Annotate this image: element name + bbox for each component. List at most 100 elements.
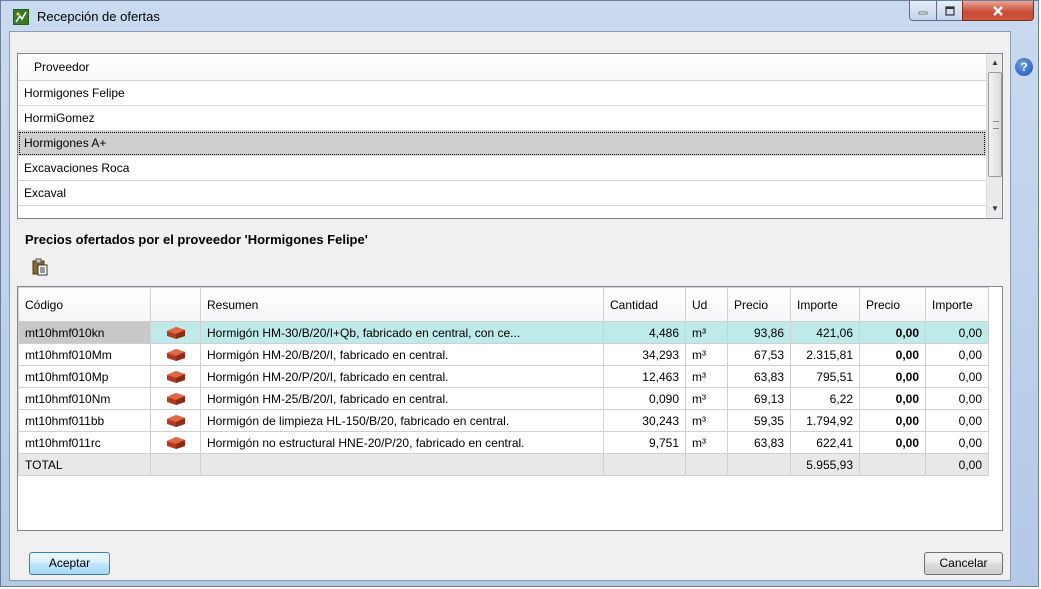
cell-quantity[interactable]: 0,090 [603,387,686,410]
total-row: TOTAL 5.955,93 0,00 [18,453,989,476]
col-header-offer-amount[interactable]: Importe [925,287,989,322]
scroll-down-icon[interactable]: ▼ [987,200,1002,217]
total-offer-amount: 0,00 [925,453,989,476]
accept-button[interactable]: Aceptar [29,552,110,575]
cell-offer-price[interactable]: 0,00 [859,321,926,344]
cell-amount[interactable]: 421,06 [790,321,860,344]
cell-unit[interactable]: m³ [685,343,728,366]
cell-code[interactable]: mt10hmf010kn [18,321,151,344]
offers-grid: Código Resumen Cantidad Ud Precio Import… [18,287,989,476]
offers-table[interactable]: Código Resumen Cantidad Ud Precio Import… [17,286,1003,531]
cell-code[interactable]: mt10hmf010Nm [18,387,151,410]
paste-icon[interactable] [32,258,48,276]
supplier-item[interactable]: Excavaciones Roca [18,156,986,181]
col-header-unit[interactable]: Ud [685,287,728,322]
cell-quantity[interactable]: 12,463 [603,365,686,388]
cell-offer-amount[interactable]: 0,00 [925,343,989,366]
cell-amount[interactable]: 622,41 [790,431,860,454]
table-row[interactable]: mt10hmf011rc Hormigón no estructural HNE-… [18,431,989,454]
cell-price[interactable]: 63,83 [727,365,791,388]
cell-offer-price[interactable]: 0,00 [859,365,926,388]
cell-offer-amount[interactable]: 0,00 [925,321,989,344]
table-row[interactable]: mt10hmf010Mp Hormigón HM-20/P/20/I, fabri… [18,365,989,388]
cell-amount[interactable]: 795,51 [790,365,860,388]
close-button[interactable] [962,1,1034,21]
scroll-up-icon[interactable]: ▲ [987,54,1002,71]
cancel-button[interactable]: Cancelar [924,552,1003,575]
cell-summary[interactable]: Hormigón HM-20/B/20/I, fabricado en cent… [200,343,604,366]
brick-icon [150,409,201,432]
supplier-scrollbar[interactable]: ▲ ▼ [986,54,1002,218]
scrollbar-thumb[interactable] [988,72,1002,177]
window-title: Recepción de ofertas [37,9,160,24]
col-header-icon[interactable] [150,287,201,322]
cell-code[interactable]: mt10hmf010Mm [18,343,151,366]
help-icon[interactable]: ? [1015,58,1033,76]
cell-unit[interactable]: m³ [685,365,728,388]
cell-offer-price[interactable]: 0,00 [859,431,926,454]
table-row[interactable]: mt10hmf010Nm Hormigón HM-25/B/20/I, fabri… [18,387,989,410]
table-row[interactable]: mt10hmf010Mm Hormigón HM-20/B/20/I, fabri… [18,343,989,366]
cell-summary[interactable]: Hormigón HM-20/P/20/I, fabricado en cent… [200,365,604,388]
col-header-price[interactable]: Precio [727,287,791,322]
supplier-item[interactable]: HormiGomez [18,106,986,131]
cell-summary[interactable]: Hormigón HM-25/B/20/I, fabricado en cent… [200,387,604,410]
cell-offer-amount[interactable]: 0,00 [925,365,989,388]
cell-summary[interactable]: Hormigón de limpieza HL-150/B/20, fabric… [200,409,604,432]
minimize-icon [918,11,928,14]
cell-quantity[interactable]: 9,751 [603,431,686,454]
brick-icon [150,365,201,388]
brick-icon [150,321,201,344]
supplier-item-partial[interactable] [18,206,986,218]
supplier-item-selected[interactable]: Hormigones A+ [18,131,986,156]
supplier-list[interactable]: Proveedor Hormigones Felipe HormiGomez H… [17,53,1003,219]
cell-code[interactable]: mt10hmf011rc [18,431,151,454]
cell-unit[interactable]: m³ [685,321,728,344]
col-header-quantity[interactable]: Cantidad [603,287,686,322]
table-row[interactable]: mt10hmf011bb Hormigón de limpieza HL-150/… [18,409,989,432]
cell-offer-price[interactable]: 0,00 [859,343,926,366]
cell-price[interactable]: 93,86 [727,321,791,344]
grip-icon [993,121,999,129]
col-header-code[interactable]: Código [18,287,151,322]
cell-offer-amount[interactable]: 0,00 [925,431,989,454]
app-icon [13,9,29,25]
cell-price[interactable]: 67,53 [727,343,791,366]
cell-amount[interactable]: 2.315,81 [790,343,860,366]
cell-unit[interactable]: m³ [685,387,728,410]
close-icon [993,5,1003,16]
cell-price[interactable]: 63,83 [727,431,791,454]
col-header-amount[interactable]: Importe [790,287,860,322]
total-amount: 5.955,93 [790,453,860,476]
cell-price[interactable]: 59,35 [727,409,791,432]
supplier-item[interactable]: Excaval [18,181,986,206]
total-label: TOTAL [18,453,151,476]
brick-icon [150,431,201,454]
maximize-icon [944,5,955,16]
cell-offer-price[interactable]: 0,00 [859,409,926,432]
cell-amount[interactable]: 1.794,92 [790,409,860,432]
cell-quantity[interactable]: 30,243 [603,409,686,432]
cell-price[interactable]: 69,13 [727,387,791,410]
cell-quantity[interactable]: 4,486 [603,321,686,344]
minimize-button[interactable] [909,1,937,21]
cell-summary[interactable]: Hormigón no estructural HNE-20/P/20, fab… [200,431,604,454]
cell-code[interactable]: mt10hmf010Mp [18,365,151,388]
cell-summary[interactable]: Hormigón HM-30/B/20/I+Qb, fabricado en c… [200,321,604,344]
title-bar[interactable]: Recepción de ofertas [1,1,1038,31]
cell-offer-amount[interactable]: 0,00 [925,387,989,410]
cell-quantity[interactable]: 34,293 [603,343,686,366]
cell-unit[interactable]: m³ [685,431,728,454]
cell-code[interactable]: mt10hmf011bb [18,409,151,432]
maximize-button[interactable] [936,1,963,21]
cell-amount[interactable]: 6,22 [790,387,860,410]
col-header-summary[interactable]: Resumen [200,287,604,322]
dialog-window: Recepción de ofertas ? Proveedor Hormigo… [0,0,1039,587]
supplier-column-header[interactable]: Proveedor [18,54,986,81]
cell-unit[interactable]: m³ [685,409,728,432]
col-header-offer-price[interactable]: Precio [859,287,926,322]
supplier-item[interactable]: Hormigones Felipe [18,81,986,106]
table-row[interactable]: mt10hmf010kn Hormigón HM-30/B/20/I+Qb, fa… [18,321,989,344]
cell-offer-price[interactable]: 0,00 [859,387,926,410]
cell-offer-amount[interactable]: 0,00 [925,409,989,432]
